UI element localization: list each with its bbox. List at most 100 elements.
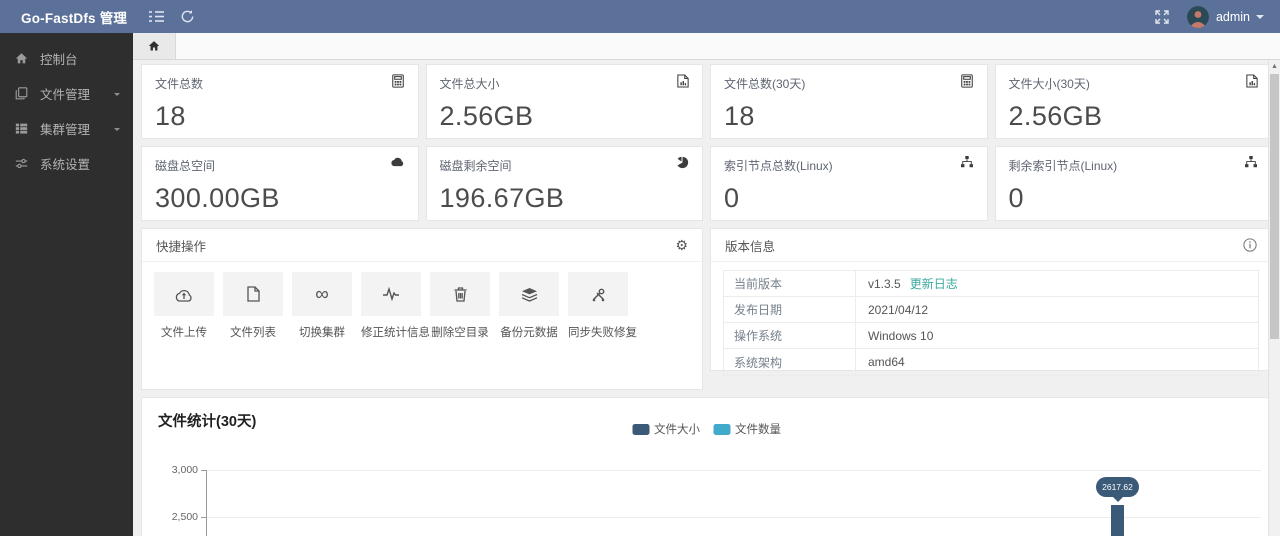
table-row: 系统架构 amd64 [724,349,1258,375]
stat-label: 文件大小(30天) [1008,77,1090,91]
trash-icon [430,272,490,316]
stat-card-total-files: 文件总数 18 [141,64,419,139]
caret-down-icon [114,127,120,134]
dashboard-content: 文件总数 18 文件总大小 2.56GB 文件总数(30天) 18 文件大小(3… [133,60,1280,536]
stat-value: 196.67GB [439,183,565,213]
stat-label: 文件总数(30天) [724,77,806,91]
row-value: amd64 [868,355,905,369]
changelog-link[interactable]: 更新日志 [910,275,958,292]
action-label: 文件上传 [161,327,207,339]
tab-home[interactable] [133,33,176,59]
sidebar-item-file-management[interactable]: 文件管理 [0,76,133,111]
legend-item-file-count[interactable]: 文件数量 [713,421,781,437]
table-row: 当前版本 v1.3.5 更新日志 [724,271,1258,297]
row-label: 发布日期 [724,297,856,322]
action-delete-empty-dirs[interactable]: 删除空目录 [430,272,490,340]
username-label[interactable]: admin [1216,10,1250,24]
quick-operations-header: 快捷操作 ⚙ [142,229,702,262]
table-row: 操作系统 Windows 10 [724,323,1258,349]
legend-swatch [713,423,730,435]
file-statistics-chart-panel: 文件统计(30天) 文件大小 文件数量 3,000 2,500 2617.62 [141,397,1272,536]
refresh-icon[interactable] [180,9,195,24]
action-backup-metadata[interactable]: 备份元数据 [499,272,559,340]
action-repair-sync-failures[interactable]: 同步失败修复 [568,272,637,340]
calculator-icon [391,74,405,88]
action-label: 切换集群 [299,327,345,339]
table-row: 发布日期 2021/04/12 [724,297,1258,323]
settings-sliders-icon [15,157,31,170]
quick-actions: 文件上传 文件列表 ∞ 切换集群 修正统计信息 删除空目录 备份元数据 同步失败… [142,262,702,340]
stat-label: 磁盘剩余空间 [439,159,512,173]
stat-card-total-files-30d: 文件总数(30天) 18 [710,64,988,139]
pie-chart-icon [676,156,689,169]
upload-cloud-icon [154,272,214,316]
repair-icon [568,272,628,316]
avatar[interactable] [1186,5,1209,28]
sidebar-item-cluster-management[interactable]: 集群管理 [0,111,133,146]
action-label: 修正统计信息 [361,327,430,339]
stat-label: 文件总大小 [439,77,500,91]
action-label: 备份元数据 [500,327,558,339]
sidebar-item-label: 控制台 [40,53,78,67]
stat-value: 2.56GB [439,101,534,131]
version-info-panel: 版本信息 当前版本 v1.3.5 更新日志 发布日期 2021/04/12 操作系… [710,228,1272,376]
sitemap-icon [1244,156,1258,168]
stat-value: 0 [1008,183,1024,213]
cluster-icon [15,122,31,135]
vertical-scrollbar[interactable]: ▲ [1268,60,1280,536]
stat-label: 索引节点总数(Linux) [724,159,833,173]
version-info-header: 版本信息 [711,229,1271,262]
action-label: 删除空目录 [431,327,489,339]
row-label: 当前版本 [724,271,856,296]
version-table: 当前版本 v1.3.5 更新日志 发布日期 2021/04/12 操作系统 Win… [723,270,1259,376]
row-label: 操作系统 [724,323,856,348]
y-axis-tick: 3,000 [171,464,198,476]
fullscreen-icon[interactable] [1155,9,1169,24]
home-icon [15,52,31,65]
caret-down-icon [1256,14,1264,23]
stat-value: 0 [724,183,740,213]
stat-card-inodes-free: 剩余索引节点(Linux) 0 [994,146,1272,221]
panel-title: 快捷操作 [156,239,207,254]
y-axis-line [206,470,207,536]
action-switch-cluster[interactable]: ∞ 切换集群 [292,272,352,340]
stat-value: 18 [155,101,186,131]
row-label: 系统架构 [724,349,856,375]
stat-value: 2.56GB [1008,101,1103,131]
action-fix-statistics[interactable]: 修正统计信息 [361,272,430,340]
gridline [206,470,1261,471]
legend-label: 文件大小 [654,424,700,436]
info-icon[interactable] [1243,238,1257,252]
gear-icon[interactable]: ⚙ [675,238,688,252]
pulse-icon [361,272,421,316]
stat-card-disk-free: 磁盘剩余空间 196.67GB [425,146,703,221]
top-navbar: Go-FastDfs 管理 admin [0,0,1280,33]
stat-card-disk-total: 磁盘总空间 300.00GB [141,146,419,221]
markpoint-pin: 2617.62 [1096,477,1139,502]
sidebar-item-system-settings[interactable]: 系统设置 [0,146,133,181]
sitemap-icon [960,156,974,168]
middle-panels: 快捷操作 ⚙ 文件上传 文件列表 ∞ 切换集群 修正统计信息 删除空目录 备份元… [141,228,1272,390]
chart-legend: 文件大小 文件数量 [632,421,781,437]
stat-cards: 文件总数 18 文件总大小 2.56GB 文件总数(30天) 18 文件大小(3… [141,64,1272,221]
main-area: 文件总数 18 文件总大小 2.56GB 文件总数(30天) 18 文件大小(3… [133,33,1280,536]
bar-file-size[interactable] [1111,505,1124,536]
sidebar-item-console[interactable]: 控制台 [0,41,133,76]
action-file-list[interactable]: 文件列表 [223,272,283,340]
sidebar: 控制台 文件管理 集群管理 系统设置 [0,33,133,536]
caret-down-icon [114,92,120,99]
files-icon [15,87,31,100]
legend-swatch [632,423,649,435]
legend-label: 文件数量 [735,424,781,436]
row-value: v1.3.5 [868,276,901,291]
chart-title: 文件统计(30天) [158,414,257,430]
scrollbar-thumb[interactable] [1270,74,1279,339]
file-icon [223,272,283,316]
legend-item-file-size[interactable]: 文件大小 [632,421,700,437]
row-value: 2021/04/12 [868,302,929,317]
scrollbar-up-arrow[interactable]: ▲ [1269,60,1280,73]
sidebar-toggle-icon[interactable] [149,10,164,23]
action-file-upload[interactable]: 文件上传 [154,272,214,340]
panel-title: 版本信息 [725,239,776,254]
action-label: 文件列表 [230,327,276,339]
